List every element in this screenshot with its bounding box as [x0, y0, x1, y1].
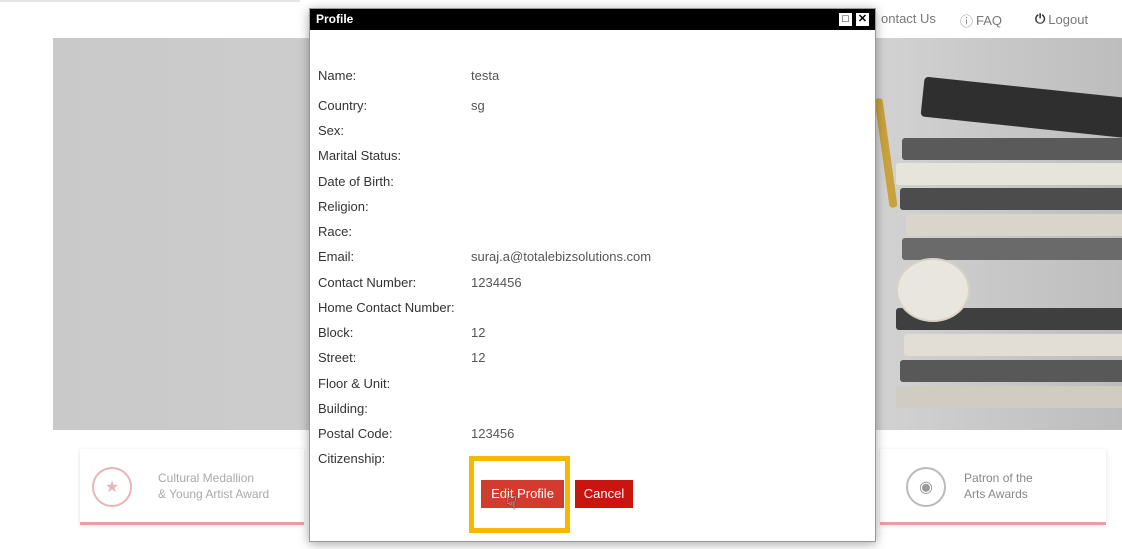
book-image: [904, 334, 1122, 356]
book-image: [902, 138, 1122, 160]
faq-label: FAQ: [976, 13, 1003, 28]
cancel-button[interactable]: Cancel: [575, 480, 633, 508]
award-card-label: Patron of the Arts Awards: [964, 470, 1033, 502]
diploma-scroll-image: [896, 258, 970, 322]
award-card-patron-of-arts[interactable]: ◉ Patron of the Arts Awards: [880, 449, 1106, 525]
field-value: 123456: [471, 426, 515, 441]
field-label: Home Contact Number:: [318, 300, 455, 315]
card-underline: [880, 522, 1106, 525]
field-label: Race:: [318, 224, 352, 239]
power-icon: ⏻: [1035, 11, 1046, 26]
graduation-cap-image: [920, 76, 1122, 140]
dialog-title: Profile: [316, 12, 354, 26]
field-label: Marital Status:: [318, 148, 402, 163]
close-icon: ✕: [857, 13, 868, 25]
field-value: testa: [471, 68, 500, 83]
maximize-icon: □: [842, 13, 849, 25]
field-label: Citizenship:: [318, 451, 386, 466]
field-label: Date of Birth:: [318, 174, 394, 189]
field-label: Email:: [318, 249, 355, 264]
field-value: 12: [471, 350, 486, 365]
field-value: suraj.a@totalebizsolutions.com: [471, 249, 652, 264]
award-title-line1: Patron of the: [964, 471, 1033, 485]
field-label: Street:: [318, 350, 357, 365]
field-label: Sex:: [318, 123, 345, 138]
book-image: [896, 163, 1122, 185]
book-image: [900, 360, 1122, 382]
field-value: 1234456: [471, 275, 522, 290]
award-title-line1: Cultural Medallion: [158, 471, 255, 485]
field-value: 12: [471, 325, 486, 340]
dialog-title-bar[interactable]: Profile □ ✕: [310, 9, 875, 30]
award-title-line2: Arts Awards: [964, 487, 1028, 501]
book-image: [906, 214, 1122, 236]
click-highlight-box: [469, 456, 570, 533]
logout-label: Logout: [1048, 11, 1089, 27]
card-underline: [80, 522, 304, 525]
hand-cursor-icon: ☟: [506, 493, 517, 513]
trophy-icon: ◉: [906, 467, 946, 507]
profile-dialog: Profile □ ✕ Name: testa Country: sg Sex:…: [309, 8, 876, 542]
book-image: [902, 238, 1122, 260]
book-image: [896, 386, 1122, 408]
book-image: [900, 188, 1122, 210]
tassel-image: [874, 97, 898, 209]
field-label: Block:: [318, 325, 354, 340]
field-label: Country:: [318, 98, 368, 113]
field-label: Building:: [318, 401, 368, 416]
maximize-button[interactable]: □: [838, 12, 853, 27]
contact-us-link[interactable]: ontact Us: [881, 11, 936, 26]
faq-link[interactable]: ⓘ FAQ: [960, 11, 1002, 30]
field-value: sg: [471, 98, 485, 113]
question-circle-icon: ⓘ: [960, 14, 974, 29]
field-label: Name:: [318, 68, 357, 83]
logout-link[interactable]: ⏻ Logout: [1035, 11, 1088, 27]
medallion-icon: ★: [92, 467, 132, 507]
field-label: Religion:: [318, 199, 369, 214]
contact-us-label: ontact Us: [881, 11, 936, 26]
field-label: Contact Number:: [318, 275, 417, 290]
award-title-line2: & Young Artist Award: [158, 487, 270, 501]
books-image: [874, 38, 1122, 430]
top-divider: [0, 0, 300, 2]
close-button[interactable]: ✕: [855, 12, 870, 27]
field-label: Postal Code:: [318, 426, 393, 441]
award-card-label: Cultural Medallion & Young Artist Award: [158, 470, 269, 502]
award-card-cultural-medallion[interactable]: ★ Cultural Medallion & Young Artist Awar…: [80, 449, 304, 525]
field-label: Floor & Unit:: [318, 376, 391, 391]
